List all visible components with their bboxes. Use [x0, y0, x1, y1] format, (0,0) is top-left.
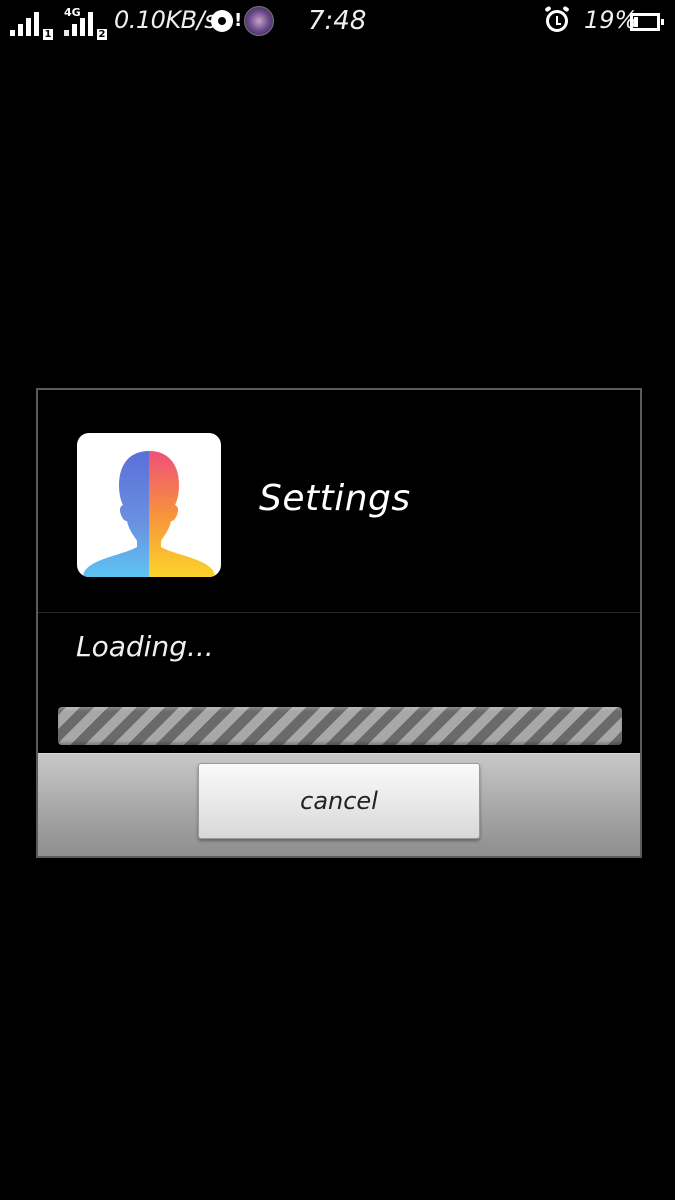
faceapp-profile-icon: [77, 433, 221, 577]
clock: 7:48: [308, 6, 367, 36]
loading-dialog: Settings Loading... cancel: [36, 388, 642, 858]
sim2-label: 2: [97, 29, 107, 40]
alarm-icon: [546, 10, 568, 32]
dialog-header: Settings: [38, 390, 640, 613]
battery-icon: [630, 13, 664, 31]
network-speed: 0.10KB/s: [114, 6, 217, 34]
dialog-title: Settings: [259, 478, 411, 519]
status-bar: 1 4G 2 0.10KB/s ! 7:48 19%: [0, 0, 675, 46]
sim1-label: 1: [43, 29, 53, 40]
signal-sim1-icon: 1: [10, 10, 60, 40]
app-notification-icon: [244, 6, 274, 36]
loading-message: Loading...: [76, 630, 214, 663]
dialog-footer: cancel: [38, 753, 640, 856]
cancel-button[interactable]: cancel: [198, 763, 480, 839]
battery-fill: [634, 17, 638, 27]
alert-icon: !: [234, 10, 243, 31]
signal-group: 1 4G 2: [10, 6, 114, 40]
network-type-label: 4G: [64, 6, 81, 19]
indeterminate-progress-bar: [58, 707, 622, 745]
signal-sim2-icon: 4G 2: [64, 6, 114, 40]
disc-icon: [211, 10, 233, 32]
